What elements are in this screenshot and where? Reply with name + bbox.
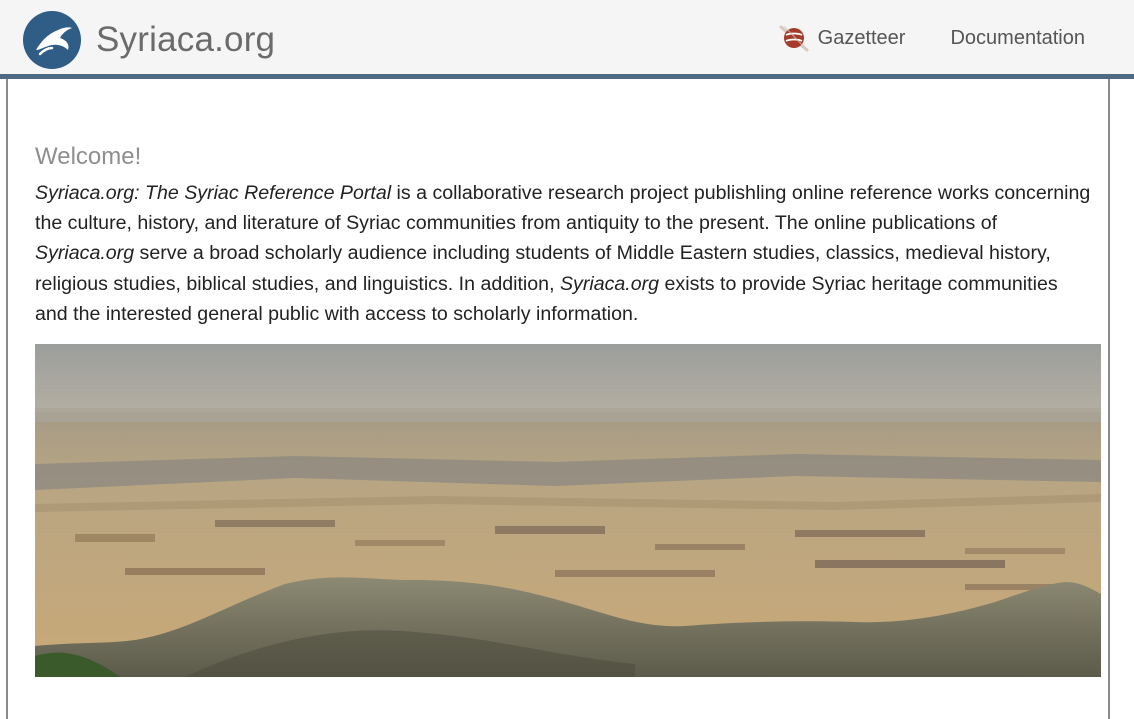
top-navbar: Syriaca.org Gazetteer Documentation bbox=[0, 0, 1134, 79]
nav-documentation-label: Documentation bbox=[950, 26, 1085, 49]
site-name-emphasis: Syriaca.org bbox=[559, 272, 660, 295]
nav-documentation-link[interactable]: Documentation bbox=[950, 27, 1085, 50]
main-nav: Gazetteer Documentation bbox=[776, 20, 1085, 56]
intro-paragraph: Syriaca.org: The Syriac Reference Portal… bbox=[35, 178, 1095, 329]
nav-gazetteer-link[interactable]: Gazetteer bbox=[776, 20, 906, 56]
syriaca-bird-logo-icon bbox=[23, 11, 81, 69]
welcome-heading: Welcome! bbox=[35, 143, 142, 170]
main-content: Welcome! Syriaca.org: The Syriac Referen… bbox=[6, 79, 1110, 719]
portal-title-emphasis: Syriaca.org: The Syriac Reference Portal bbox=[35, 182, 392, 204]
landscape-photo-illustration bbox=[35, 344, 1101, 677]
brand-name: Syriaca.org bbox=[96, 20, 276, 59]
gazetteer-icon bbox=[779, 25, 809, 52]
site-name-emphasis: Syriaca.org bbox=[35, 242, 135, 265]
nav-gazetteer-label: Gazetteer bbox=[817, 26, 906, 49]
brand-home-link[interactable]: Syriaca.org bbox=[22, 10, 275, 70]
hero-landscape-image bbox=[35, 344, 1101, 677]
